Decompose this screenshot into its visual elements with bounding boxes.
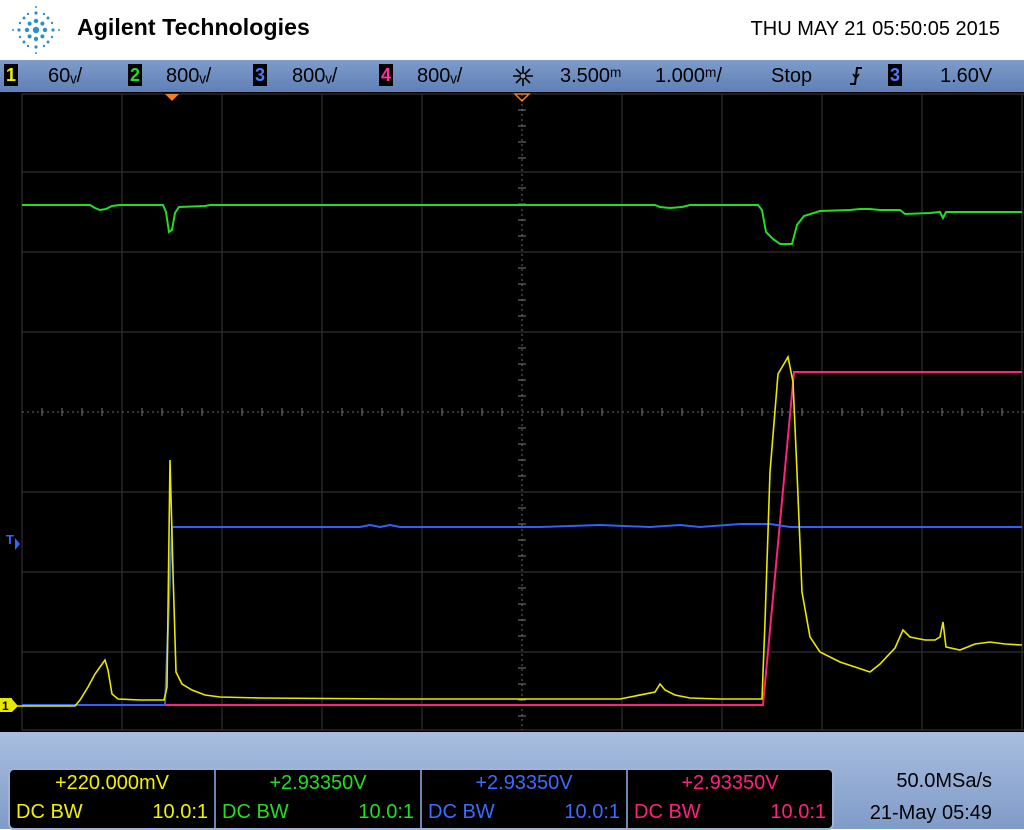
horizontal-delay-icon[interactable]	[509, 62, 537, 90]
channel-4-probe-ratio: 10.0:1	[770, 801, 826, 823]
channel-2-readout[interactable]: +2.93350V DC BW 10.0:1	[216, 770, 422, 828]
trigger-level-marker: T	[6, 532, 20, 550]
channel-1-coupling: DC BW	[16, 801, 83, 823]
channel-2-scale[interactable]: 800ᵥ/	[166, 65, 211, 88]
channel-1-probe-ratio: 10.0:1	[152, 801, 208, 823]
measurement-bar: +220.000mV DC BW 10.0:1 +2.93350V DC BW …	[0, 732, 1024, 830]
channel-3-scale[interactable]: 800ᵥ/	[292, 65, 337, 88]
channel-3-probe-ratio: 10.0:1	[564, 801, 620, 823]
acquisition-timestamp: 21-May 05:49	[869, 802, 992, 824]
channel-2-probe-ratio: 10.0:1	[358, 801, 414, 823]
channel-readout-panel: +220.000mV DC BW 10.0:1 +2.93350V DC BW …	[8, 768, 834, 830]
channel-1-badge[interactable]: 1	[4, 64, 18, 86]
channel-3-badge[interactable]: 3	[253, 64, 267, 86]
trigger-level-value[interactable]: 1.60V	[940, 65, 992, 88]
channel-2-coupling: DC BW	[222, 801, 289, 823]
sample-rate: 50.0MSa/s	[896, 770, 992, 792]
channel-4-coupling: DC BW	[634, 801, 701, 823]
graticule-center-axes	[22, 94, 1024, 730]
header-datetime: THU MAY 21 05:50:05 2015	[750, 18, 1000, 40]
channel-status-bar: 1 60ᵥ/ 2 800ᵥ/ 3 800ᵥ/ 4 800ᵥ/ 3.500ᵐ 1.…	[0, 60, 1024, 92]
channel-3-coupling: DC BW	[428, 801, 495, 823]
waveform-display[interactable]: T 1	[0, 92, 1024, 732]
timebase-value[interactable]: 1.000ᵐ/	[655, 65, 722, 88]
horizontal-delay-value[interactable]: 3.500ᵐ	[560, 65, 622, 88]
waveform-plot: T 1	[0, 93, 1024, 731]
agilent-logo-icon	[12, 6, 60, 54]
svg-text:1: 1	[2, 699, 9, 713]
channel-4-value: +2.93350V	[681, 772, 779, 794]
channel-4-scale[interactable]: 800ᵥ/	[417, 65, 462, 88]
ground-reference-marker: 1	[0, 698, 18, 713]
brand-name: Agilent Technologies	[77, 14, 310, 40]
channel-4-badge[interactable]: 4	[379, 64, 393, 86]
channel-1-value: +220.000mV	[55, 772, 169, 794]
channel-3-value: +2.93350V	[475, 772, 573, 794]
channel-4-readout[interactable]: +2.93350V DC BW 10.0:1	[628, 770, 832, 828]
channel-4-trace	[160, 371, 1022, 706]
trigger-point-marker	[165, 94, 179, 101]
channel-1-trace	[8, 354, 1023, 707]
header-bar: Agilent Technologies THU MAY 21 05:50:05…	[0, 0, 1024, 60]
channel-1-scale[interactable]: 60ᵥ/	[48, 65, 82, 88]
channel-2-value: +2.93350V	[269, 772, 367, 794]
channel-1-readout[interactable]: +220.000mV DC BW 10.0:1	[10, 770, 216, 828]
channel-3-readout[interactable]: +2.93350V DC BW 10.0:1	[422, 770, 628, 828]
svg-text:T: T	[6, 532, 14, 547]
run-state[interactable]: Stop	[771, 65, 812, 88]
channel-2-badge[interactable]: 2	[128, 64, 142, 86]
falling-edge-trigger-icon[interactable]	[842, 62, 870, 90]
trigger-source-badge[interactable]: 3	[888, 64, 902, 86]
